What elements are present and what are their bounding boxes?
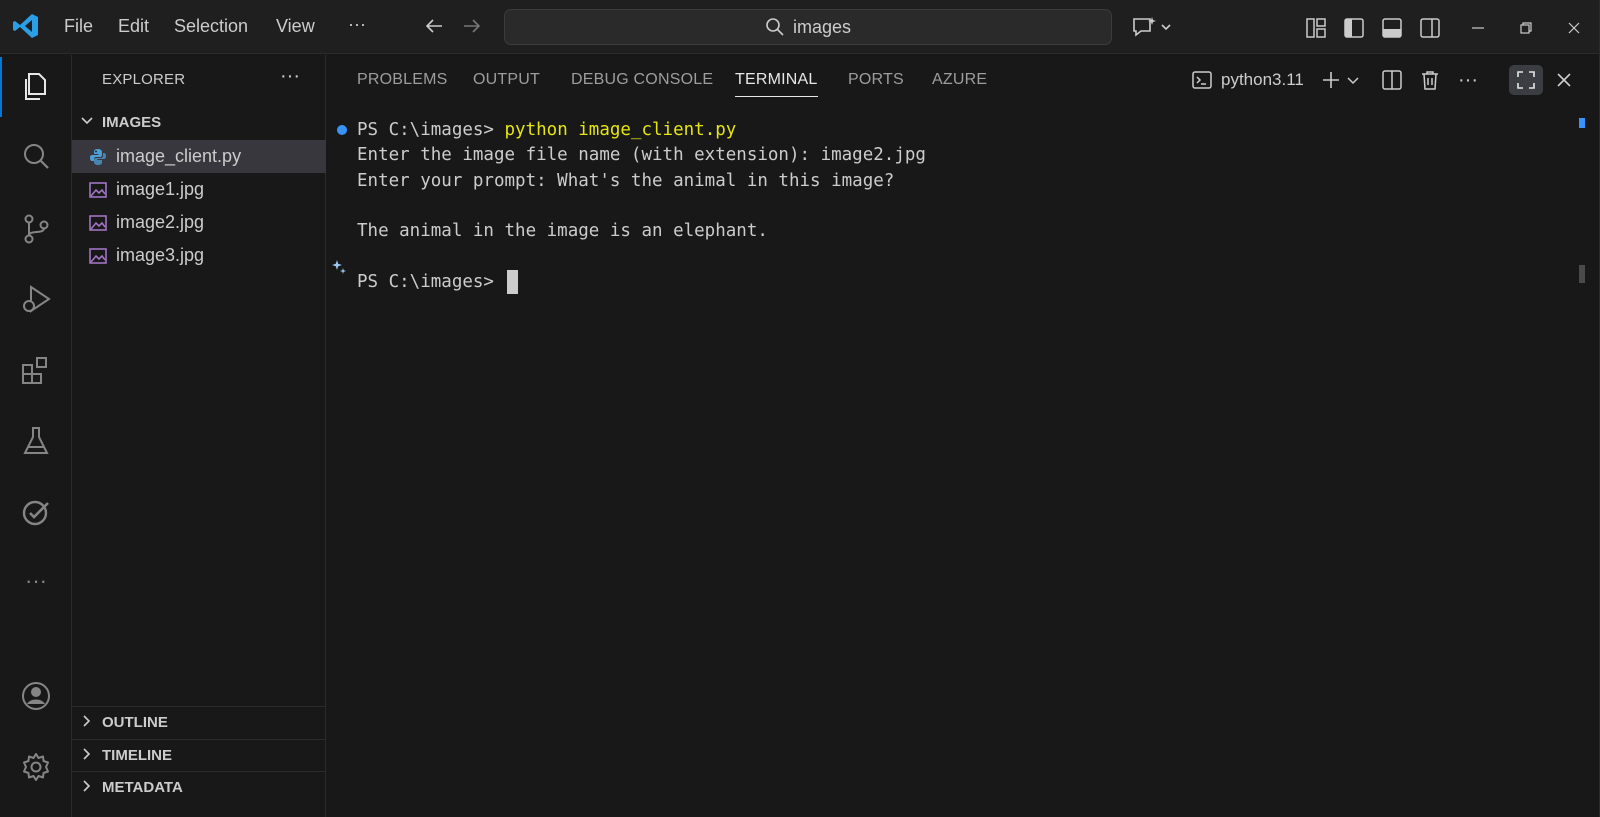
toggle-primary-sidebar-icon[interactable] <box>1342 16 1366 40</box>
chevron-right-icon <box>72 714 102 731</box>
terminal-instance-python[interactable]: python3.11 <box>1191 65 1304 95</box>
section-timeline[interactable]: TIMELINE <box>72 739 326 771</box>
minimize-icon[interactable] <box>1466 16 1490 40</box>
explorer-more-icon[interactable]: ··· <box>280 65 300 88</box>
scrollbar-thumb[interactable] <box>1579 265 1585 283</box>
section-label: TIMELINE <box>102 747 172 764</box>
toggle-panel-icon[interactable] <box>1380 16 1404 40</box>
tab-terminal[interactable]: TERMINAL <box>735 71 818 97</box>
file-name: image_client.py <box>116 146 242 166</box>
search-view-icon[interactable] <box>0 127 72 187</box>
terminal-line: Enter the image file name (with extensio… <box>357 145 926 165</box>
terminal-line: The animal in the image is an elephant. <box>357 221 768 241</box>
terminal-line-prompt: PS C:\images> <box>357 269 518 295</box>
activity-bar: ··· <box>0 55 72 817</box>
account-icon[interactable] <box>0 666 72 726</box>
chevron-right-icon <box>72 747 102 764</box>
command-center-search[interactable]: images <box>504 9 1112 45</box>
close-window-icon[interactable] <box>1562 16 1586 40</box>
prompt-text: PS C:\images> <box>357 120 505 140</box>
section-label: METADATA <box>102 779 183 796</box>
terminal-name: python3.11 <box>1221 70 1304 89</box>
tasks-check-icon[interactable] <box>0 483 72 543</box>
file-item-image1[interactable]: image1.jpg <box>72 173 326 206</box>
scrollbar-overview-marker <box>1579 118 1585 128</box>
file-name: image3.jpg <box>116 245 205 265</box>
folder-header-images[interactable]: IMAGES <box>72 106 326 138</box>
tab-problems[interactable]: PROBLEMS <box>357 71 448 89</box>
forward-arrow-icon[interactable] <box>460 14 484 38</box>
copilot-chat-icon[interactable] <box>1130 14 1176 40</box>
explorer-icon[interactable] <box>0 57 72 117</box>
menu-more[interactable]: ··· <box>348 14 366 35</box>
more-views-icon[interactable]: ··· <box>0 551 72 611</box>
sparkle-icon[interactable] <box>331 259 347 279</box>
prompt-text: PS C:\images> <box>357 272 505 292</box>
image-file-icon <box>88 247 108 265</box>
toggle-secondary-sidebar-icon[interactable] <box>1418 16 1442 40</box>
image-file-icon <box>88 181 108 199</box>
close-panel-icon[interactable] <box>1549 65 1579 95</box>
terminal-cursor <box>506 270 518 294</box>
search-icon <box>766 18 784 36</box>
file-item-image-client[interactable]: image_client.py <box>72 140 326 173</box>
tab-azure[interactable]: AZURE <box>932 71 987 89</box>
explorer-sidebar: EXPLORER ··· IMAGES image_client.py imag… <box>72 55 326 817</box>
source-control-icon[interactable] <box>0 199 72 259</box>
chevron-right-icon <box>72 779 102 796</box>
chevron-down-icon <box>72 114 102 131</box>
new-terminal-button[interactable] <box>1317 65 1363 95</box>
testing-flask-icon[interactable] <box>0 411 72 471</box>
settings-gear-icon[interactable] <box>0 737 72 797</box>
tab-debug-console[interactable]: DEBUG CONSOLE <box>571 71 713 89</box>
panel-more-icon[interactable]: ··· <box>1453 65 1483 95</box>
trash-icon[interactable] <box>1415 65 1445 95</box>
vscode-window: File Edit Selection View ··· images ··· … <box>0 0 1600 817</box>
explorer-title: EXPLORER <box>102 71 186 88</box>
terminal-line-command: PS C:\images> python image_client.py <box>357 117 736 143</box>
section-metadata[interactable]: METADATA <box>72 771 326 803</box>
menu-view[interactable]: View <box>276 16 315 37</box>
python-file-icon <box>88 148 108 166</box>
file-item-image3[interactable]: image3.jpg <box>72 239 326 272</box>
image-file-icon <box>88 214 108 232</box>
run-debug-icon[interactable] <box>0 269 72 329</box>
plus-icon <box>1323 72 1339 88</box>
customize-layout-icon[interactable] <box>1304 16 1328 40</box>
chevron-down-icon <box>1347 77 1359 85</box>
file-name: image2.jpg <box>116 212 205 232</box>
vscode-logo-icon <box>13 14 38 38</box>
menu-selection[interactable]: Selection <box>174 16 248 37</box>
section-label: OUTLINE <box>102 714 168 731</box>
command-text: python image_client.py <box>504 120 737 140</box>
back-arrow-icon[interactable] <box>422 14 446 38</box>
menu-edit[interactable]: Edit <box>118 16 149 37</box>
restore-icon[interactable] <box>1514 16 1538 40</box>
maximize-panel-icon[interactable] <box>1509 65 1543 95</box>
menu-file[interactable]: File <box>64 16 93 37</box>
tab-ports[interactable]: PORTS <box>848 71 904 89</box>
search-text: images <box>792 16 852 37</box>
file-name: image1.jpg <box>116 179 205 199</box>
bottom-panel: PROBLEMS OUTPUT DEBUG CONSOLE TERMINAL P… <box>327 55 1599 817</box>
title-bar: File Edit Selection View ··· images <box>0 0 1599 54</box>
folder-name: IMAGES <box>102 113 162 131</box>
terminal-icon <box>1192 71 1212 89</box>
tab-output[interactable]: OUTPUT <box>473 71 540 89</box>
split-terminal-icon[interactable] <box>1377 65 1407 95</box>
extensions-icon[interactable] <box>0 341 72 401</box>
section-outline[interactable]: OUTLINE <box>72 706 326 738</box>
file-item-image2[interactable]: image2.jpg <box>72 206 326 239</box>
terminal-line: Enter your prompt: What's the animal in … <box>357 171 895 191</box>
command-decoration-icon <box>337 125 347 135</box>
